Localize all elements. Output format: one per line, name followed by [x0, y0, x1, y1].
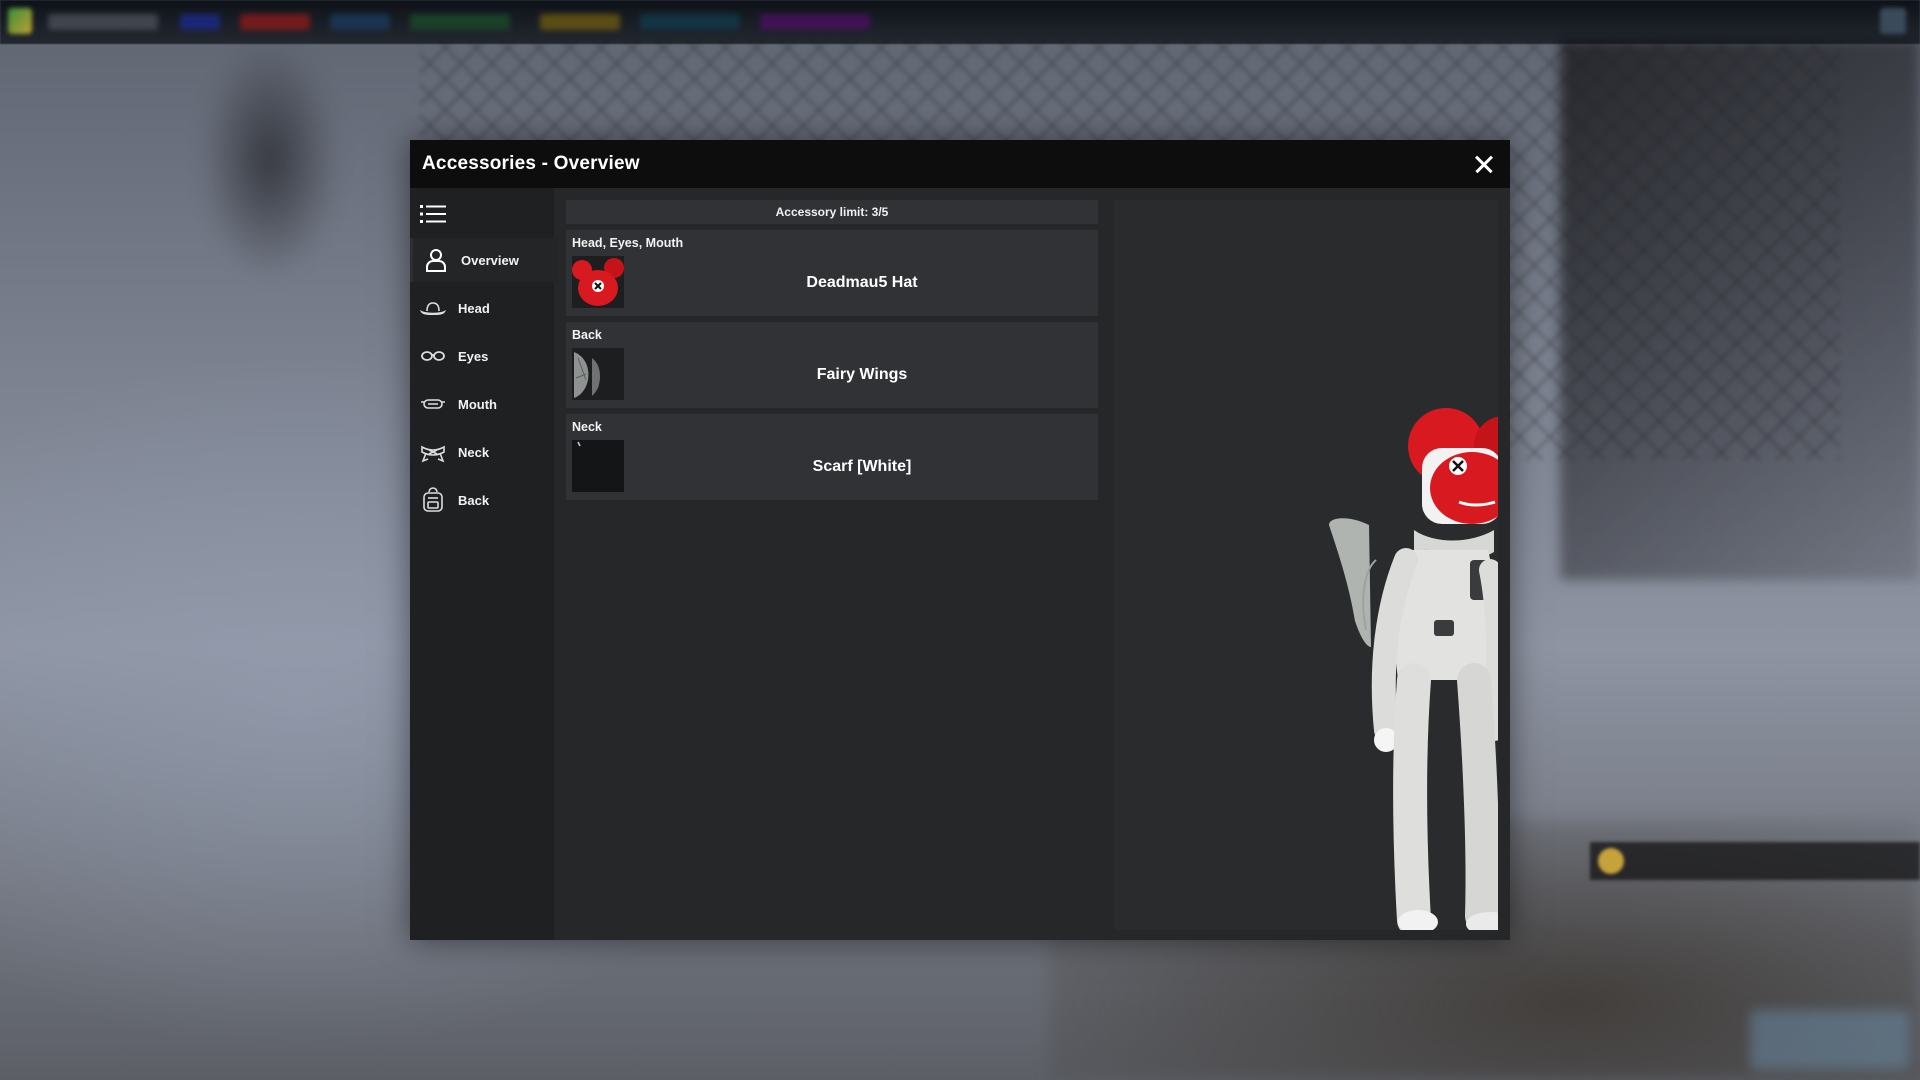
accessory-name: Deadmau5 Hat — [806, 274, 918, 291]
server-logo-icon — [8, 8, 32, 34]
window-title: Accessories - Overview — [422, 153, 640, 174]
accessory-name: Scarf [White] — [812, 458, 912, 475]
notification-badge-icon — [1598, 848, 1624, 874]
menu-list-icon[interactable] — [420, 202, 446, 226]
hud-blur-item — [640, 14, 740, 30]
accessory-card-deadmau5-hat[interactable]: Head, Eyes, Mouth Deadmau5 Hat — [566, 230, 1098, 316]
scarf-white-thumbnail — [572, 440, 624, 492]
window-titlebar: Accessories - Overview — [410, 140, 1510, 188]
accessory-list-panel: Accessory limit: 3/5 Head, Eyes, Mouth D… — [564, 188, 1100, 940]
hud-corner-icon — [1880, 8, 1906, 34]
hud-corner-panel — [1750, 1010, 1910, 1070]
accessory-card-scarf-white[interactable]: Neck Scarf [White] — [566, 414, 1098, 500]
hud-blur-item — [240, 14, 310, 30]
character-preview-panel — [1114, 200, 1498, 930]
sidebar-item-label: Eyes — [458, 348, 489, 364]
sidebar-item-mouth[interactable]: Mouth — [410, 382, 554, 426]
deadmau5-hat-thumbnail — [572, 256, 624, 308]
close-button[interactable] — [1470, 150, 1498, 178]
hat-icon — [420, 295, 446, 321]
accessory-limit-counter: Accessory limit: 3/5 — [566, 200, 1098, 224]
sidebar-item-label: Overview — [461, 252, 519, 268]
sidebar-item-label: Back — [458, 492, 490, 508]
sidebar-item-label: Neck — [458, 444, 490, 460]
mask-icon — [420, 391, 446, 417]
hud-notification — [1590, 842, 1920, 880]
sidebar-item-label: Head — [458, 300, 490, 316]
accessory-slot-label: Head, Eyes, Mouth — [572, 236, 684, 250]
sidebar-item-overview[interactable]: Overview — [410, 238, 557, 282]
glasses-icon — [420, 343, 446, 369]
sidebar-item-head[interactable]: Head — [410, 286, 554, 330]
sidebar-item-label: Mouth — [458, 396, 497, 412]
accessories-window: Accessories - Overview Overview Head Eye… — [410, 140, 1510, 940]
person-icon — [423, 247, 449, 273]
accessory-slot-label: Neck — [572, 420, 602, 434]
hud-blur-item — [540, 14, 620, 30]
backpack-icon — [420, 487, 446, 513]
category-sidebar: Overview Head Eyes Mouth Neck Back — [410, 188, 557, 940]
fairy-wings-thumbnail — [572, 348, 624, 400]
sidebar-item-eyes[interactable]: Eyes — [410, 334, 554, 378]
accessory-slot-label: Back — [572, 328, 602, 342]
background-player — [200, 40, 340, 280]
hud-blur-item — [330, 14, 390, 30]
sidebar-item-neck[interactable]: Neck — [410, 430, 554, 474]
accessory-name: Fairy Wings — [816, 366, 908, 383]
game-hud-topbar — [0, 0, 1920, 44]
hud-blur-item — [48, 14, 158, 30]
hud-blur-item — [760, 14, 870, 30]
hud-blur-item — [410, 14, 510, 30]
accessory-card-fairy-wings[interactable]: Back Fairy Wings — [566, 322, 1098, 408]
character-model — [1329, 408, 1498, 930]
sidebar-item-back[interactable]: Back — [410, 478, 554, 522]
background-shadow — [1560, 40, 1920, 580]
hud-blur-item — [180, 14, 220, 30]
scarf-icon — [420, 439, 446, 465]
